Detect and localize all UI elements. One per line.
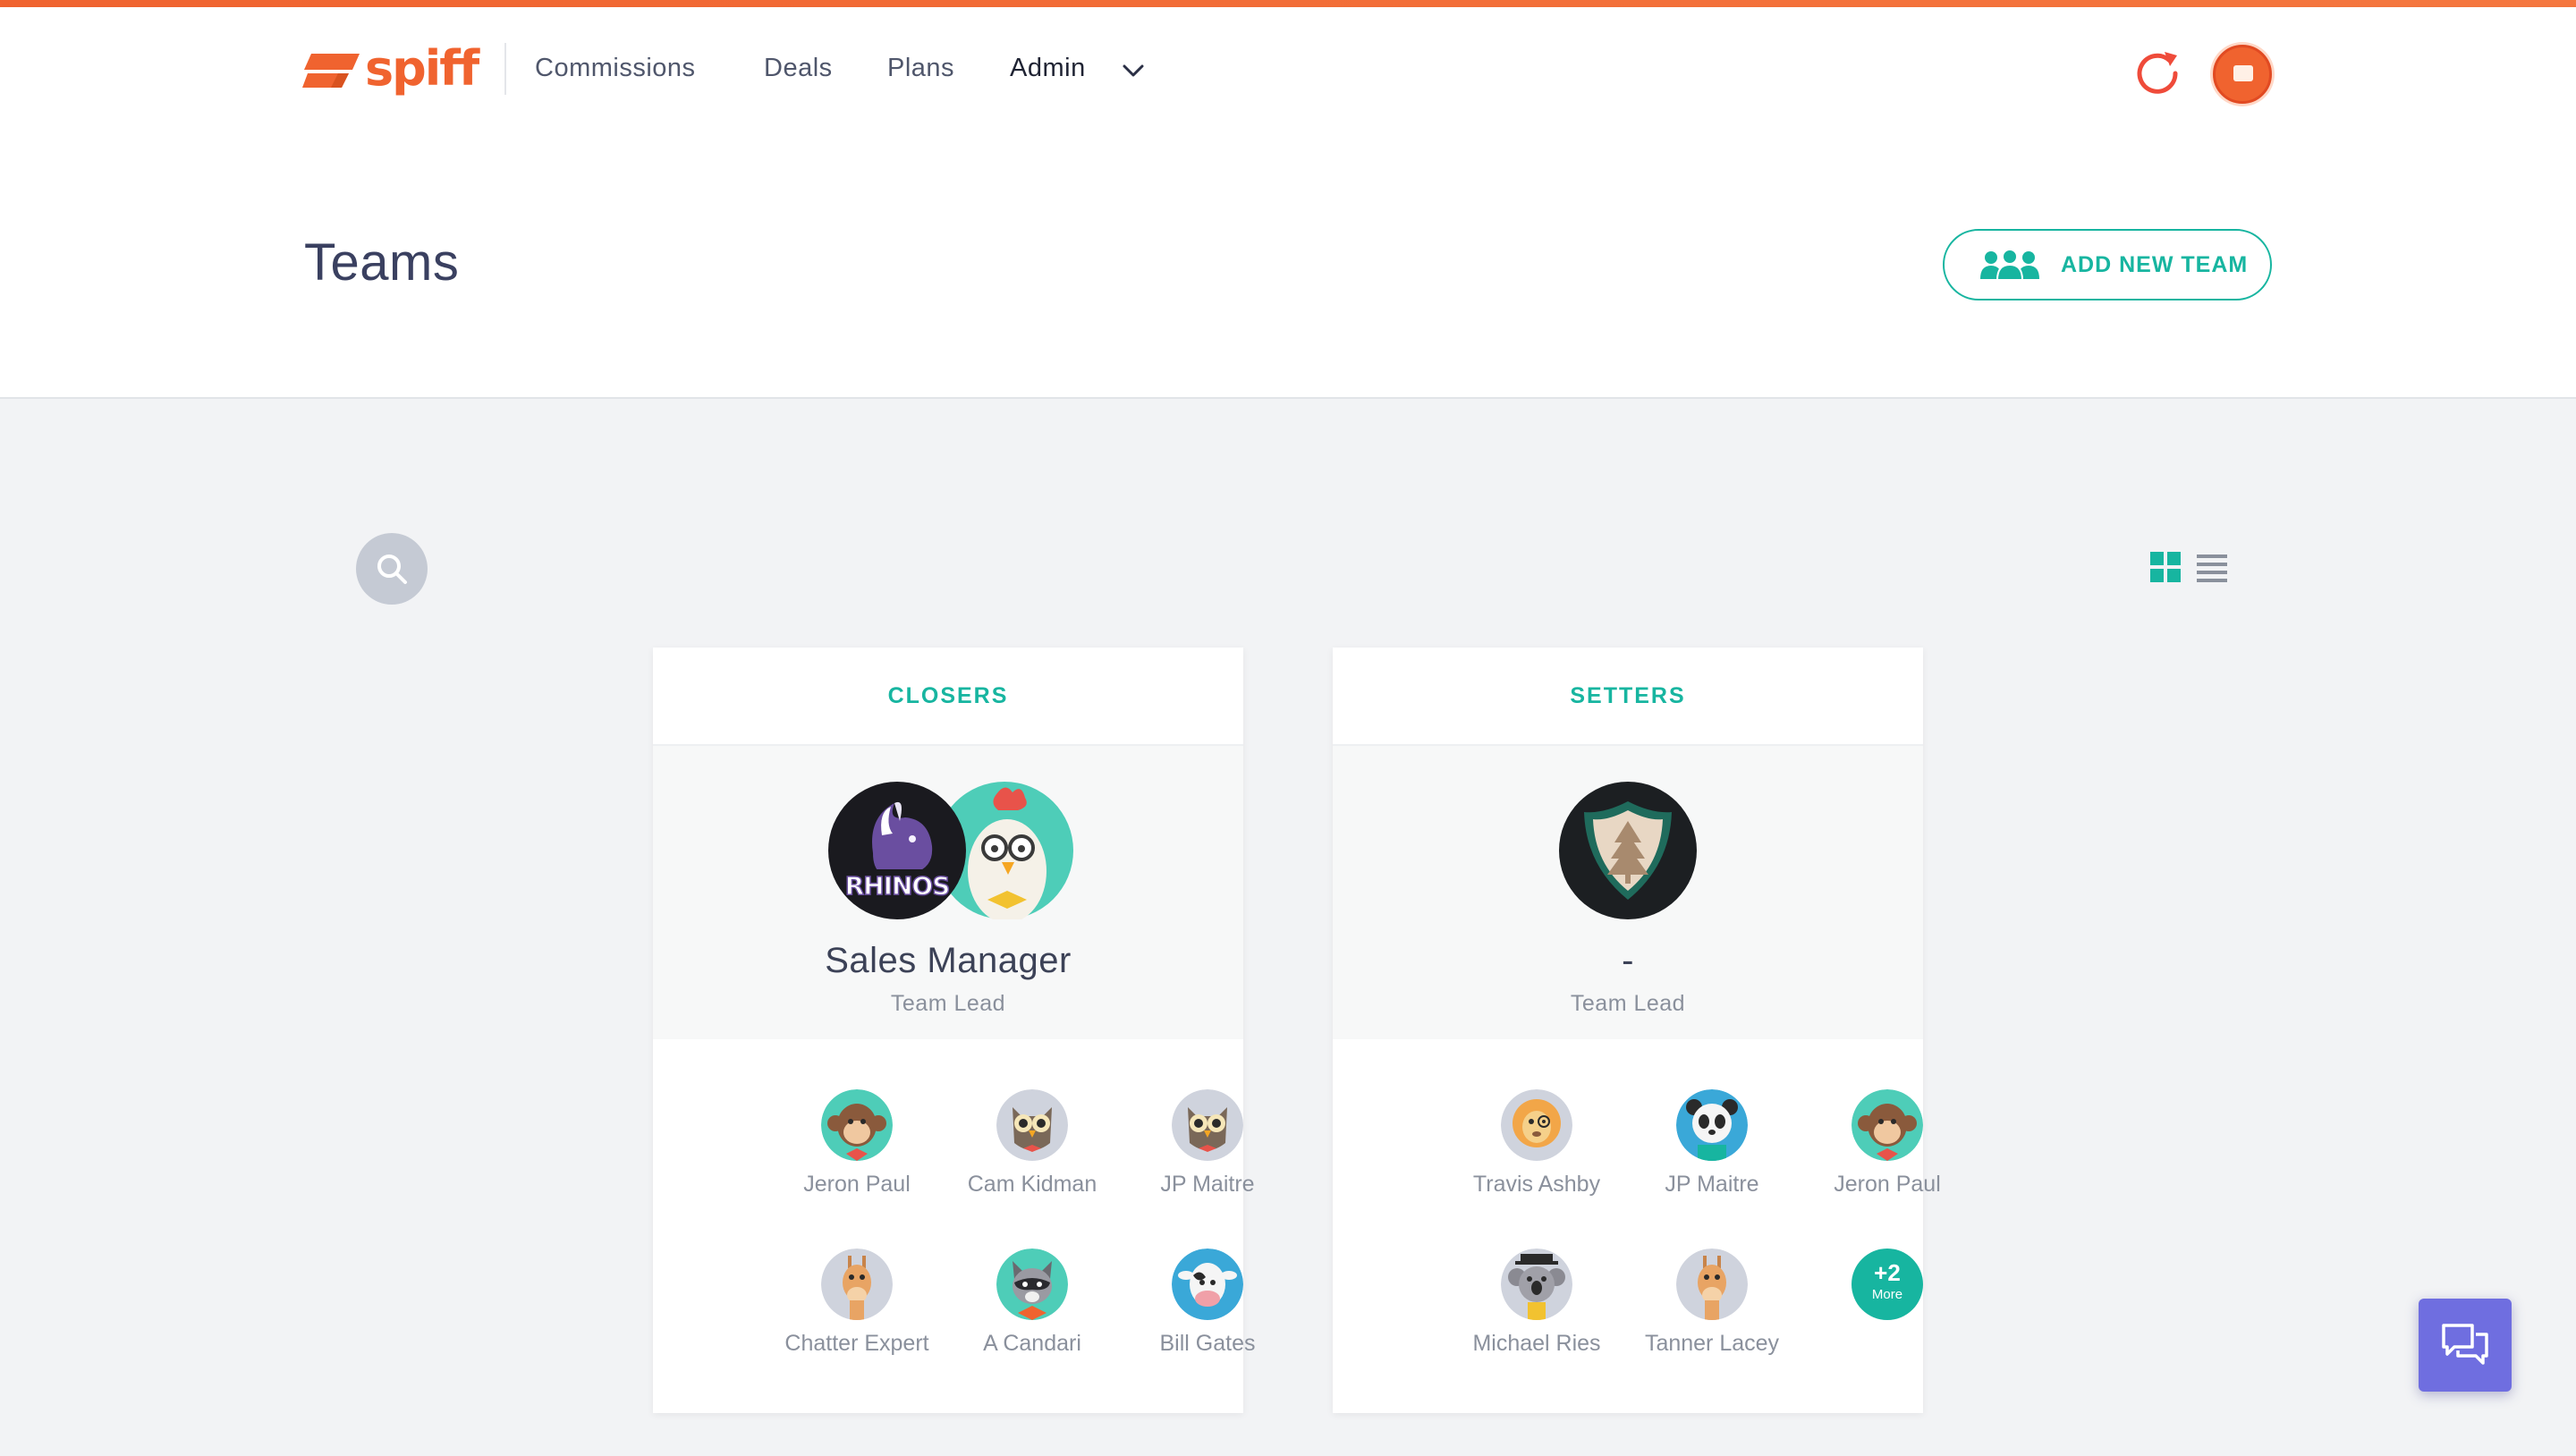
search-icon: [377, 554, 407, 584]
more-members-badge: +2 More: [1852, 1249, 1923, 1320]
member-name: Bill Gates: [1159, 1331, 1256, 1356]
chevron-down-icon[interactable]: [1122, 63, 1145, 79]
team-lead-avatars: [1333, 782, 1923, 919]
chat-button[interactable]: [2419, 1299, 2512, 1392]
member-name: Chatter Expert: [784, 1331, 929, 1356]
svg-text:RHINOS: RHINOS: [845, 871, 950, 901]
rhinos-logo: RHINOS: [828, 782, 966, 919]
team-member[interactable]: Jeron Paul: [1800, 1089, 1975, 1215]
shield-logo: [1559, 782, 1697, 919]
team-member[interactable]: Bill Gates: [1120, 1249, 1295, 1374]
top-navbar: spiff Commissions Deals Plans Admin: [0, 7, 2576, 129]
team-lead-section: RHINOS Sales Manager Team Lead: [653, 746, 1243, 1039]
team-member[interactable]: Tanner Lacey: [1624, 1249, 1800, 1374]
team-member[interactable]: Jeron Paul: [769, 1089, 945, 1215]
panda-avatar: [1676, 1089, 1748, 1161]
member-name: A Candari: [983, 1331, 1081, 1356]
lion-avatar: [1501, 1089, 1572, 1161]
add-new-team-label: ADD NEW TEAM: [2061, 251, 2249, 277]
team-member[interactable]: Cam Kidman: [945, 1089, 1120, 1215]
team-lead-section: - Team Lead: [1333, 746, 1923, 1039]
top-accent-bar: [0, 0, 2576, 7]
team-lead-name: Sales Manager: [825, 941, 1072, 980]
team-member[interactable]: A Candari: [945, 1249, 1120, 1374]
team-member[interactable]: JP Maitre: [1624, 1089, 1800, 1215]
team-card-setters[interactable]: SETTERS - Team Lead Travis Ashby JP Mait…: [1333, 648, 1941, 1413]
monkey-avatar: [1852, 1089, 1923, 1161]
search-button[interactable]: [356, 533, 428, 605]
giraffe-avatar: [821, 1249, 893, 1320]
nav-plans[interactable]: Plans: [887, 54, 954, 83]
nav-admin[interactable]: Admin: [1010, 54, 1086, 83]
team-lead-role: Team Lead: [890, 991, 1006, 1016]
group-icon: [1979, 249, 2041, 281]
spiff-logo[interactable]: spiff: [302, 40, 479, 97]
member-name: Jeron Paul: [803, 1172, 911, 1197]
member-name: JP Maitre: [1160, 1172, 1255, 1197]
page-header: Teams ADD NEW TEAM: [0, 129, 2576, 399]
page-title: Teams: [304, 233, 460, 292]
team-member[interactable]: JP Maitre: [1120, 1089, 1295, 1215]
cow-avatar: [1172, 1249, 1243, 1320]
logo-text: spiff: [365, 40, 479, 97]
chat-icon: [2442, 1324, 2488, 1365]
nav-divider: [504, 43, 506, 95]
team-members: Jeron Paul Cam Kidman JP Maitre Chatter …: [653, 1039, 1255, 1413]
team-card-header: CLOSERS: [653, 648, 1243, 746]
team-name: CLOSERS: [887, 682, 1009, 708]
member-name: Michael Ries: [1472, 1331, 1601, 1356]
more-members-button[interactable]: +2 More: [1800, 1249, 1975, 1374]
add-new-team-button[interactable]: ADD NEW TEAM: [1943, 229, 2272, 301]
giraffe-avatar: [1676, 1249, 1748, 1320]
team-card-closers[interactable]: CLOSERS RHINOS Sales Manager Team Lead J…: [653, 648, 1255, 1413]
raccoon-avatar: [996, 1249, 1068, 1320]
team-lead-role: Team Lead: [1570, 991, 1686, 1016]
refresh-icon[interactable]: [2132, 47, 2184, 98]
team-lead-avatars: RHINOS: [653, 782, 1243, 919]
team-members: Travis Ashby JP Maitre Jeron Paul Michae…: [1333, 1039, 1941, 1413]
team-member[interactable]: Chatter Expert: [769, 1249, 945, 1374]
member-name: JP Maitre: [1665, 1172, 1759, 1197]
owl-avatar: [1172, 1089, 1243, 1161]
nav-commissions[interactable]: Commissions: [535, 54, 696, 83]
owl-avatar: [996, 1089, 1068, 1161]
more-count: +2: [1874, 1259, 1901, 1286]
team-name: SETTERS: [1570, 682, 1686, 708]
member-name: Travis Ashby: [1472, 1172, 1601, 1197]
team-lead-name: -: [1622, 941, 1634, 980]
member-name: Tanner Lacey: [1644, 1331, 1780, 1356]
user-avatar[interactable]: [2213, 45, 2272, 104]
logo-mark-icon: [302, 54, 360, 88]
member-name: Jeron Paul: [1834, 1172, 1941, 1197]
grid-view-icon[interactable]: [2150, 552, 2181, 582]
list-view-icon[interactable]: [2197, 553, 2227, 583]
team-member[interactable]: Michael Ries: [1449, 1249, 1624, 1374]
nav-deals[interactable]: Deals: [764, 54, 833, 83]
team-member[interactable]: Travis Ashby: [1449, 1089, 1624, 1215]
koala-avatar: [1501, 1249, 1572, 1320]
more-label: More: [1871, 1287, 1903, 1302]
monkey-avatar: [821, 1089, 893, 1161]
member-name: Cam Kidman: [967, 1172, 1097, 1197]
team-card-header: SETTERS: [1333, 648, 1923, 746]
